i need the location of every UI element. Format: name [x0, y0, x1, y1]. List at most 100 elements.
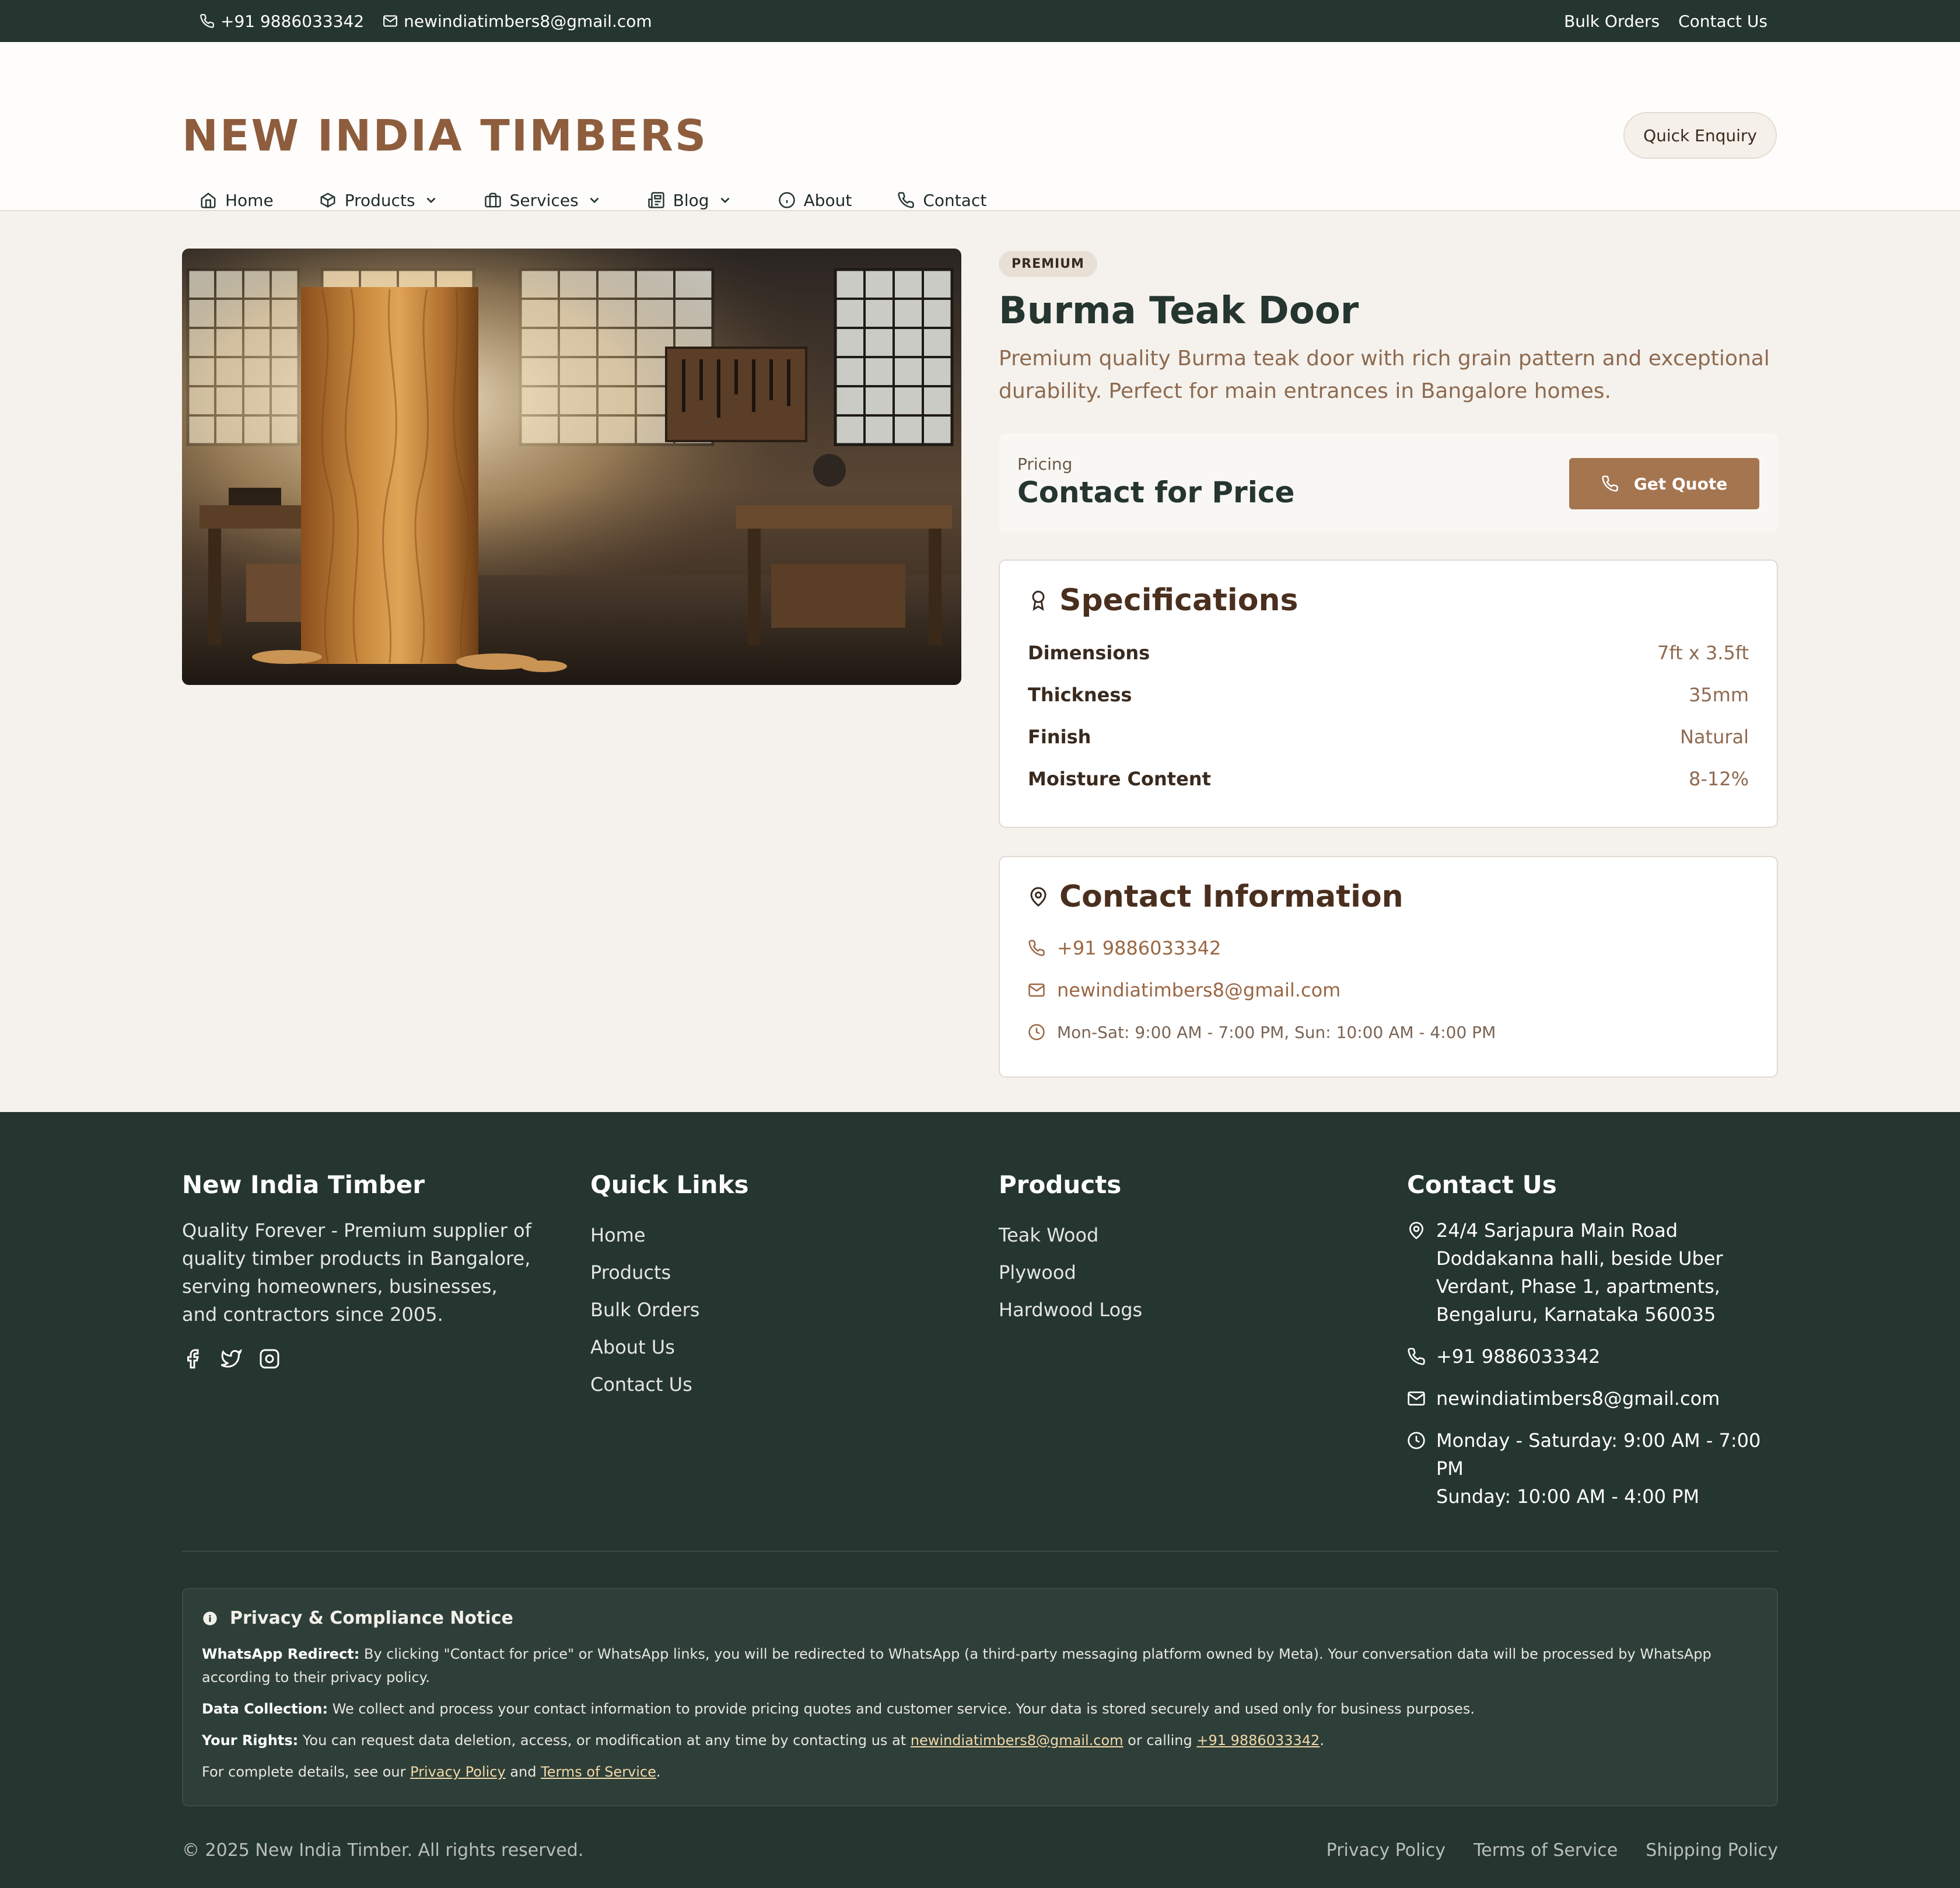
footer-link-plywood[interactable]: Plywood [999, 1254, 1142, 1291]
notice-phone-link[interactable]: +91 9886033342 [1196, 1732, 1320, 1749]
footer-link-home[interactable]: Home [590, 1216, 748, 1254]
specifications-card: Specifications Dimensions 7ft x 3.5ft Th… [999, 560, 1778, 828]
get-quote-label: Get Quote [1633, 474, 1728, 494]
spec-key: Dimensions [1028, 642, 1150, 664]
product-title: Burma Teak Door [999, 289, 1359, 333]
spec-row: Finish Natural [1028, 716, 1749, 758]
workshop-door-image [182, 249, 961, 685]
legal-links: Privacy Policy Terms of Service Shipping… [1326, 1840, 1778, 1861]
spec-key: Thickness [1028, 684, 1132, 706]
notice-privacy-link[interactable]: Privacy Policy [410, 1764, 506, 1780]
pricing-label: Pricing [1017, 454, 1073, 474]
notice-details: For complete details, see our Privacy Po… [202, 1760, 1758, 1784]
phone-icon [1602, 476, 1618, 492]
footer-link-about-us[interactable]: About Us [590, 1328, 748, 1366]
site-header: NEW INDIA TIMBERS Quick Enquiry Home Pro… [0, 42, 1960, 211]
spec-row: Moisture Content 8-12% [1028, 758, 1749, 800]
instagram-icon[interactable] [259, 1348, 280, 1369]
social-links [182, 1348, 532, 1369]
footer-divider [182, 1551, 1778, 1552]
specifications-heading: Specifications [1028, 583, 1749, 618]
footer-about-text: Quality Forever - Premium supplier of qu… [182, 1219, 531, 1326]
spec-value: 8-12% [1688, 768, 1749, 790]
footer-contact: Contact Us 24/4 Sarjapura Main Road Dodd… [1407, 1170, 1774, 1525]
quick-enquiry-button[interactable]: Quick Enquiry [1623, 112, 1777, 159]
footer-address: 24/4 Sarjapura Main Road Doddakanna hall… [1407, 1216, 1774, 1328]
footer-hours: Monday - Saturday: 9:00 AM - 7:00 PM Sun… [1407, 1427, 1774, 1511]
site-logo[interactable]: NEW INDIA TIMBERS [182, 110, 708, 162]
product-details: PREMIUM Burma Teak Door Premium quality … [999, 251, 1778, 1078]
facebook-icon[interactable] [182, 1348, 203, 1369]
phone-icon [898, 192, 915, 208]
award-icon [1032, 590, 1045, 611]
twitter-icon[interactable] [219, 1348, 243, 1369]
chevron-down-icon [590, 197, 599, 204]
notice-details-text: For complete details, see our [202, 1764, 411, 1780]
contact-info-list: +91 9886033342 newindiatimbers8@gmail.co… [1028, 927, 1749, 1053]
topbar-link-bulk-orders[interactable]: Bulk Orders [1564, 12, 1660, 31]
spec-row: Dimensions 7ft x 3.5ft [1028, 632, 1749, 674]
get-quote-button[interactable]: Get Quote [1569, 458, 1759, 509]
box-icon [320, 193, 335, 208]
nav-label: About [803, 190, 852, 210]
contact-hours-text: Mon-Sat: 9:00 AM - 7:00 PM, Sun: 10:00 A… [1057, 1022, 1496, 1042]
notice-rights-mid: or calling [1123, 1732, 1197, 1749]
info-icon [778, 192, 795, 208]
footer-address-text: 24/4 Sarjapura Main Road Doddakanna hall… [1436, 1219, 1723, 1326]
footer-quick-links: Quick Links Home Products Bulk Orders Ab… [590, 1170, 748, 1403]
notice-whatsapp-text: By clicking "Contact for price" or Whats… [202, 1646, 1712, 1686]
notice-email-link[interactable]: newindiatimbers8@gmail.com [911, 1732, 1124, 1749]
product-image [182, 249, 961, 685]
legal-link-shipping-policy[interactable]: Shipping Policy [1646, 1840, 1778, 1861]
nav-label: Products [344, 190, 415, 210]
mail-icon [1028, 983, 1045, 997]
nav-label: Contact [923, 190, 987, 210]
top-bar: +91 9886033342 newindiatimbers8@gmail.co… [0, 0, 1960, 42]
notice-data-text: We collect and process your contact info… [328, 1701, 1475, 1717]
legal-link-privacy-policy[interactable]: Privacy Policy [1326, 1840, 1446, 1861]
legal-link-terms-of-service[interactable]: Terms of Service [1474, 1840, 1618, 1861]
contact-information-card: Contact Information +91 9886033342 newin… [999, 856, 1778, 1078]
product-description: Premium quality Burma teak door with ric… [999, 347, 1770, 403]
phone-icon [1408, 1348, 1425, 1365]
info-icon [203, 1611, 217, 1625]
notice-title: Privacy & Compliance Notice [230, 1608, 513, 1628]
topbar-phone[interactable]: +91 9886033342 [200, 12, 364, 31]
contact-information-title: Contact Information [1059, 879, 1404, 914]
footer-products-title: Products [999, 1170, 1122, 1199]
spec-list: Dimensions 7ft x 3.5ft Thickness 35mm Fi… [1028, 632, 1749, 800]
spec-key: Finish [1028, 726, 1091, 748]
newspaper-icon [648, 192, 664, 208]
notice-terms-link[interactable]: Terms of Service [541, 1764, 656, 1780]
contact-phone-text: +91 9886033342 [1057, 937, 1222, 959]
topbar-link-contact-us[interactable]: Contact Us [1678, 12, 1768, 31]
nav-label: Home [225, 190, 274, 210]
briefcase-icon [484, 193, 501, 208]
contact-phone-link[interactable]: +91 9886033342 [1028, 927, 1749, 969]
footer-email[interactable]: newindiatimbers8@gmail.com [1407, 1384, 1774, 1412]
clock-icon [1028, 1024, 1045, 1040]
topbar-email[interactable]: newindiatimbers8@gmail.com [383, 12, 652, 31]
footer-email-text: newindiatimbers8@gmail.com [1436, 1387, 1720, 1410]
footer-link-bulk-orders[interactable]: Bulk Orders [590, 1291, 748, 1328]
footer-contact-title: Contact Us [1407, 1170, 1557, 1199]
footer-link-teak-wood[interactable]: Teak Wood [999, 1216, 1142, 1254]
footer-link-contact-us[interactable]: Contact Us [590, 1366, 748, 1403]
mail-icon [1408, 1391, 1425, 1405]
mail-icon [383, 15, 398, 27]
phone-icon [1028, 940, 1045, 956]
spec-row: Thickness 35mm [1028, 674, 1749, 716]
product-main: PREMIUM Burma Teak Door Premium quality … [0, 211, 1960, 1112]
notice-rights-text: You can request data deletion, access, o… [298, 1732, 911, 1749]
chevron-down-icon [720, 197, 730, 204]
contact-email-link[interactable]: newindiatimbers8@gmail.com [1028, 969, 1749, 1011]
footer-link-hardwood-logs[interactable]: Hardwood Logs [999, 1291, 1142, 1328]
map-pin-icon [1409, 1222, 1424, 1240]
footer-phone[interactable]: +91 9886033342 [1407, 1342, 1774, 1370]
footer-quick-links-title: Quick Links [590, 1170, 749, 1199]
nav-label: Services [509, 190, 579, 210]
copyright: © 2025 New India Timber. All rights rese… [182, 1840, 584, 1861]
footer-link-products[interactable]: Products [590, 1254, 748, 1291]
pricing-value: Contact for Price [1017, 476, 1295, 509]
contact-hours: Mon-Sat: 9:00 AM - 7:00 PM, Sun: 10:00 A… [1028, 1011, 1749, 1053]
